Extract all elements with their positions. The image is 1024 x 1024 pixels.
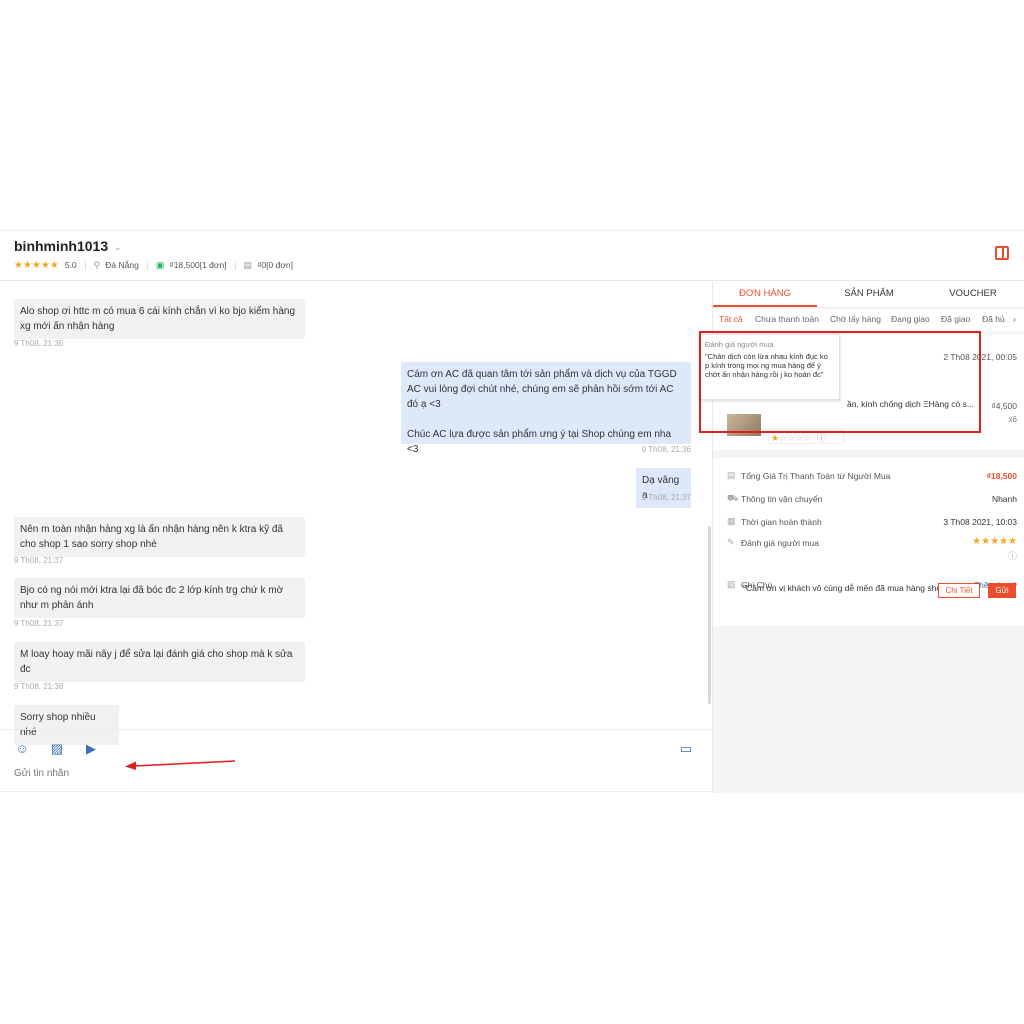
buyer-location: Đà Nẵng [105,260,139,270]
subtab-all[interactable]: Tất cả [719,314,743,324]
message-incoming: M loay hoay mãi nãy j để sửa lại đánh gi… [14,642,305,682]
video-icon[interactable]: ▶ [84,742,98,756]
quick-reply-icon[interactable]: ▭ [679,742,693,756]
detail-shipping-value: Nhanh [991,494,1017,504]
message-composer: ☺ ▨ ▶ ▭ [0,729,712,793]
subtab-unpaid[interactable]: Chưa thanh toán [755,314,819,324]
review-tooltip: Đánh giá người mua "Chán dịch còn lừa nh… [699,334,840,400]
detail-review-label: Đánh giá người mua [741,538,819,548]
star-empty-icon: ☆☆☆☆ [779,433,812,443]
panel-toggle-icon[interactable] [995,246,1009,260]
refund-icon: ▤ [243,259,253,270]
buyer-refund-orders: [0 đơn] [266,260,293,270]
send-order-button[interactable]: Gửi [988,583,1016,598]
order-panel: ĐƠN HÀNG SẢN PHẨM VOUCHER Tất cả Chưa th… [699,282,1024,793]
order-details: ▤ Tổng Giá Trị Thanh Toán từ Người Mua ₫… [713,458,1024,626]
subtab-to-ship[interactable]: Chờ lấy hàng [830,314,881,324]
order-product-name: ần, kính chống dịch ΞHàng có s... [847,399,974,409]
image-icon[interactable]: ▨ [50,742,64,756]
review-icon: ✎ [727,537,735,547]
detail-total-value: ₫18,500 [986,471,1017,481]
detail-completed-label: Thời gian hoàn thành [741,517,822,527]
detail-shipping-label: Thông tin vận chuyển [741,494,823,504]
message-time: 9 Th08, 21:38 [14,682,64,691]
chat-header: binhminh1013 ⌄ ★★★★★ 5.0 ⚲ Đà Nẵng ▣ ₫18… [0,231,1024,281]
buyer-spent: ₫18,500 [169,260,200,270]
buyer-username[interactable]: binhminh1013 [14,238,108,254]
subtab-shipping[interactable]: Đang giao [891,314,930,324]
chevron-down-icon[interactable]: ⌄ [114,242,122,253]
panel-tabs: ĐƠN HÀNG SẢN PHẨM VOUCHER [713,282,1024,308]
divider [146,260,148,270]
buyer-refund: ₫0 [257,260,267,270]
order-card[interactable]: 2 Th08 2021, 00:05 ần, kính chống dịch Ξ… [699,331,1024,450]
order-detail-button[interactable]: Chi Tiết [938,583,980,598]
order-date: 2 Th08 2021, 00:05 [943,352,1017,362]
message-time: 9 Th08, 21:36 [641,445,691,454]
tooltip-title: Đánh giá người mua [705,340,774,349]
truck-icon: ⛟ [727,493,739,503]
order-item-qty: x6 [1008,415,1017,424]
message-incoming: Bjo có ng nói mới ktra lại đã bóc đc 2 l… [14,578,305,618]
review-stars: ★★★★★ [972,536,1017,547]
info-icon[interactable]: ⓘ [1008,549,1017,562]
subtab-cancelled[interactable]: Đã hủ [982,314,1005,324]
divider [234,260,236,270]
star-filled-icon: ★ [771,433,780,443]
product-thumbnail [727,414,761,436]
message-time: 9 Th08, 21:37 [14,556,64,565]
calendar-icon: ▦ [727,516,736,526]
chevron-right-icon[interactable]: › [1013,314,1016,324]
chat-window: binhminh1013 ⌄ ★★★★★ 5.0 ⚲ Đà Nẵng ▣ ₫18… [0,230,1024,793]
buyer-spent-orders: [1 đơn] [199,260,227,270]
emoji-icon[interactable]: ☺ [15,742,29,756]
divider [84,260,86,270]
message-list[interactable]: Alo shop ơi httc m có mua 6 cái kính chắ… [0,282,712,770]
tooltip-text: "Chán dịch còn lừa nhau kính đục ko p kí… [705,352,828,379]
message-time: 9 Th08, 21:37 [14,619,64,628]
detail-completed-value: 3 Th08 2021, 10:03 [943,517,1017,527]
chat-scrollbar[interactable] [708,526,711,704]
order-rating[interactable]: ★☆☆☆☆ ⓘ [768,430,844,444]
tab-products[interactable]: SẢN PHẨM [817,282,921,307]
message-incoming: Alo shop ơi httc m có mua 6 cái kính chắ… [14,299,305,339]
message-time: 9 Th08, 21:36 [14,339,64,348]
buyer-meta: ★★★★★ 5.0 ⚲ Đà Nẵng ▣ ₫18,500 [1 đơn] ▤ … [14,259,293,271]
message-time: 9 Th08, 21:37 [641,493,691,502]
message-input[interactable] [14,768,514,779]
message-incoming: Nên m toàn nhận hàng xg là ấn nhận hàng … [14,517,305,557]
location-pin-icon: ⚲ [93,259,101,270]
tab-orders[interactable]: ĐƠN HÀNG [713,282,817,307]
detail-note-label: Ghi Chú [741,580,773,590]
detail-total-label: Tổng Giá Trị Thanh Toán từ Người Mua [741,471,891,481]
tab-vouchers[interactable]: VOUCHER [921,282,1024,307]
note-icon: ▧ [727,579,736,589]
subtab-delivered[interactable]: Đã giao [941,314,970,324]
check-box-icon: ▣ [155,259,165,270]
message-outgoing: Dạ vâng ạ [636,468,691,508]
detail-review: ✎ Đánh giá người mua ★★★★★ [727,536,1017,551]
receipt-icon: ▤ [727,470,736,480]
detail-total: ▤ Tổng Giá Trị Thanh Toán từ Người Mua ₫… [727,470,1017,484]
detail-completed: ▦ Thời gian hoàn thành 3 Th08 2021, 10:0… [727,516,1017,530]
buyer-rating-value: 5.0 [64,260,77,270]
info-icon[interactable]: ⓘ [817,433,826,443]
message-outgoing: Cám ơn AC đã quan tâm tới sản phẩm và dị… [401,362,691,455]
detail-shipping: ⛟ Thông tin vận chuyển Nhanh [727,493,1017,507]
buyer-rating-stars: ★★★★★ [14,259,59,271]
order-status-filter: Tất cả Chưa thanh toán Chờ lấy hàng Đang… [713,309,1024,331]
order-item-price: ₫4,500 [991,401,1017,411]
